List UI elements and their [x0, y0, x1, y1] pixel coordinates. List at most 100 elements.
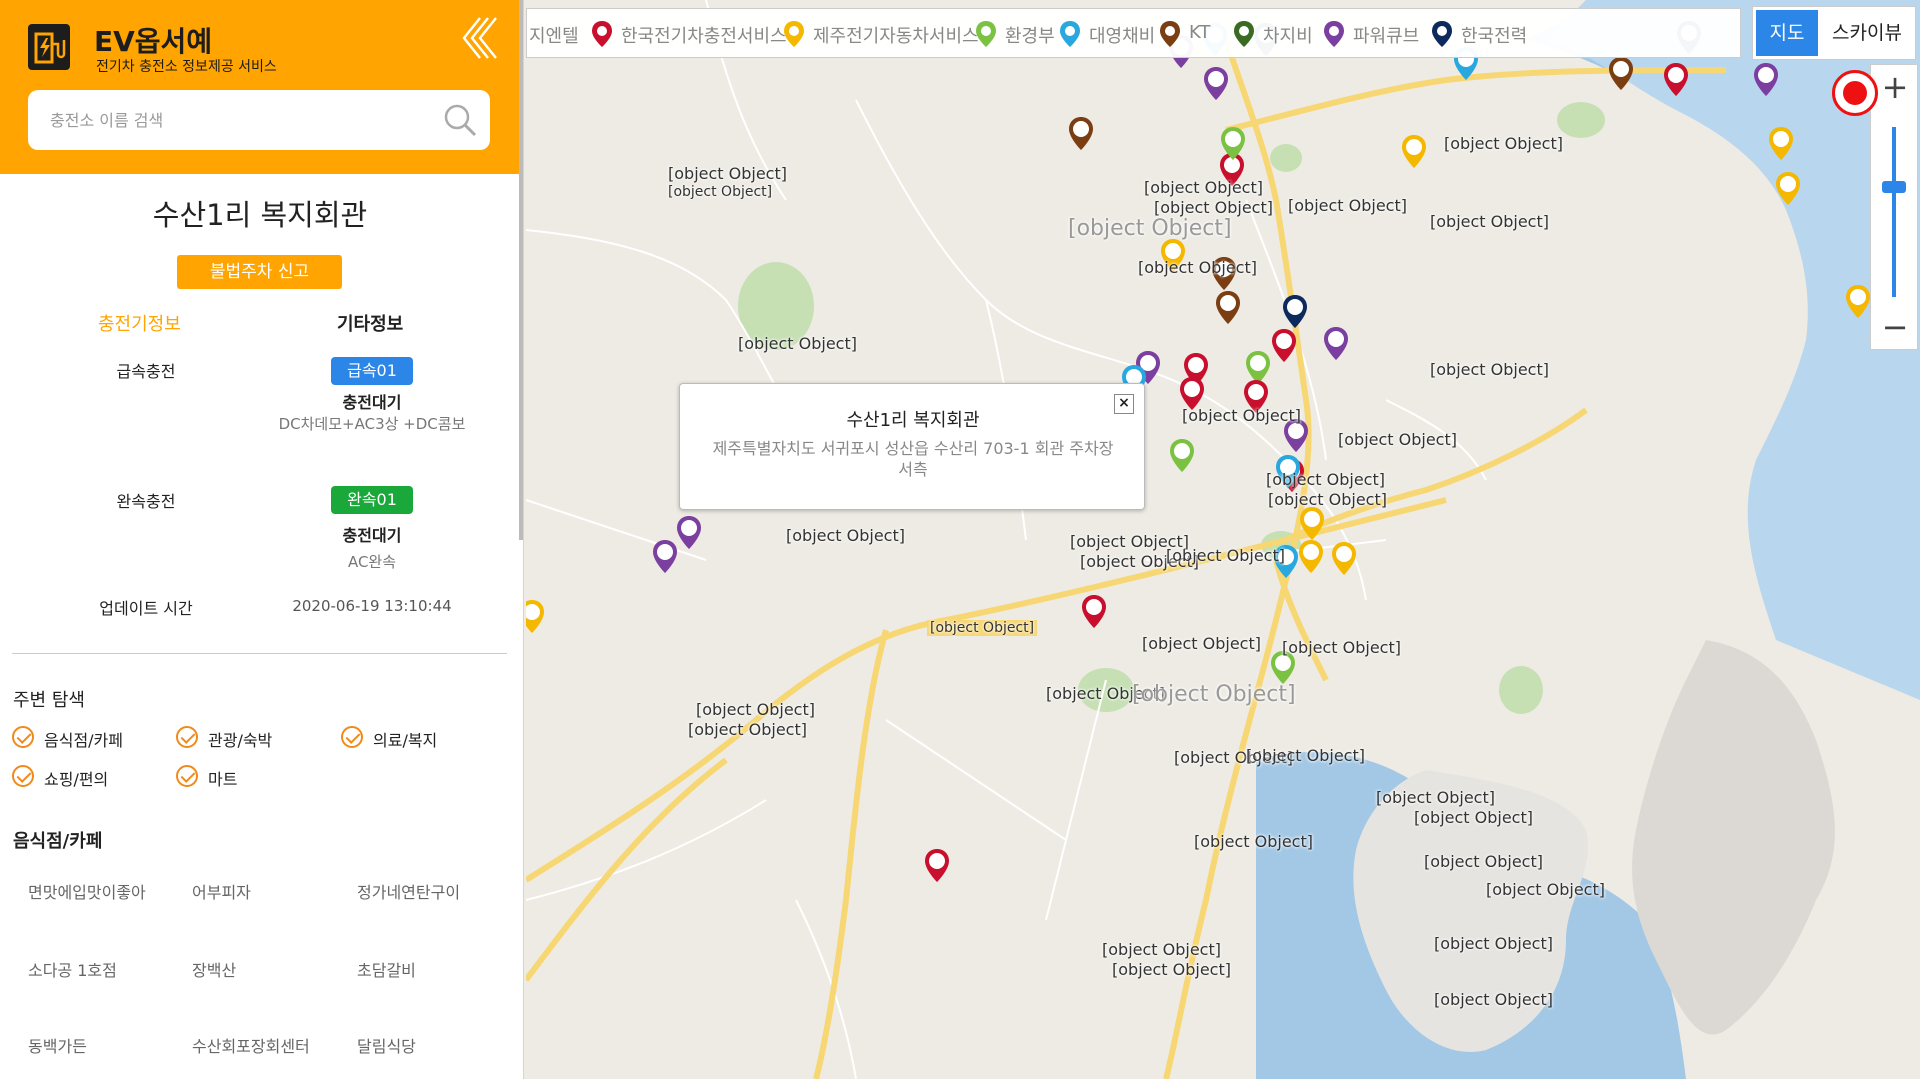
- map-view[interactable]: [object Object] [object Object] [object …: [526, 0, 1920, 1079]
- charger-marker[interactable]: [1204, 67, 1228, 100]
- search-icon[interactable]: [442, 102, 478, 138]
- popup-close-button[interactable]: ×: [1114, 394, 1134, 414]
- charger-marker[interactable]: [1324, 327, 1348, 360]
- pin-icon: [976, 21, 996, 47]
- zoom-out-button[interactable]: −: [1871, 305, 1919, 351]
- station-title: 수산1리 복지회관: [152, 198, 368, 232]
- place-label: [object Object]: [1444, 134, 1563, 153]
- fast-charge-label: 급속충전: [116, 362, 176, 381]
- update-time-value: 2020-06-19 13:10:44: [292, 597, 452, 615]
- place-label: [object Object]: [1068, 216, 1232, 241]
- fast-charger-status: 충전대기: [342, 393, 402, 412]
- pin-icon: [592, 21, 612, 47]
- popup-address: 제주특별자치도 서귀포시 성산읍 수산리 703-1 회관 주차장 서측: [712, 439, 1114, 479]
- slow-charge-label: 완속충전: [116, 492, 176, 511]
- charger-marker[interactable]: [1609, 57, 1633, 90]
- place-label: [object Object]: [1182, 406, 1301, 425]
- place-label: [object Object]: [1112, 960, 1231, 979]
- restaurant-item[interactable]: 소다공 1호점: [28, 960, 178, 982]
- place-label: [object Object]: [696, 700, 815, 719]
- fast-charger-type: DC차데모+AC3상 +DC콤보: [278, 415, 466, 433]
- place-label: [object Object]: [1338, 430, 1457, 449]
- restaurant-item[interactable]: 어부피자: [192, 882, 342, 904]
- place-label: [object Object]: [1132, 682, 1296, 707]
- zoom-control: + −: [1870, 64, 1918, 350]
- place-label: [object Object]: [1434, 990, 1553, 1009]
- charger-marker[interactable]: [1246, 351, 1270, 384]
- place-label: [object Object]: [1102, 940, 1221, 959]
- tab-other-info[interactable]: 기타정보: [337, 310, 403, 336]
- report-illegal-parking-button[interactable]: 불법주차 신고: [177, 255, 342, 289]
- road-number-label: [object Object]: [927, 620, 1038, 636]
- station-popup: 수산1리 복지회관 제주특별자치도 서귀포시 성산읍 수산리 703-1 회관 …: [679, 383, 1145, 510]
- place-label: [object Object]: [1430, 360, 1549, 379]
- place-label: [object Object]: [1424, 852, 1543, 871]
- place-label: [object Object]: [1486, 880, 1605, 899]
- charger-marker[interactable]: [1283, 295, 1307, 328]
- zoom-slider-track[interactable]: [1892, 127, 1896, 297]
- place-label: [object Object]: [786, 526, 905, 545]
- charger-marker[interactable]: [677, 516, 701, 549]
- place-label: [object Object]: [1268, 490, 1387, 509]
- pin-icon: [784, 21, 804, 47]
- park-area: [1557, 102, 1605, 138]
- slow-charger-badge: 완속01: [331, 486, 413, 514]
- check-icon: [176, 726, 198, 748]
- sidebar: EV옵서예 전기차 충전소 정보제공 서비스 수산1리 복지회관 불법주차 신고…: [0, 0, 524, 1079]
- map-canvas: [526, 0, 1920, 1079]
- restaurant-item[interactable]: 면맛에입맛이좋아: [28, 882, 178, 904]
- check-icon: [176, 765, 198, 787]
- charger-marker[interactable]: [653, 540, 677, 573]
- restaurant-item[interactable]: 달림식당: [357, 1036, 507, 1058]
- charger-marker[interactable]: [1221, 127, 1245, 160]
- place-label: [object Object]: [1246, 746, 1365, 765]
- ev-logo-icon: [28, 24, 70, 70]
- popup-title: 수산1리 복지회관: [846, 410, 980, 431]
- pin-icon: [1060, 21, 1080, 47]
- charger-marker[interactable]: [1402, 135, 1426, 168]
- sidebar-header: EV옵서예 전기차 충전소 정보제공 서비스: [0, 0, 523, 174]
- pin-icon: [1432, 21, 1452, 47]
- collapse-sidebar-icon[interactable]: [460, 14, 498, 62]
- restaurant-item[interactable]: 정가네연탄구이: [357, 882, 507, 904]
- restaurant-item[interactable]: 장백산: [192, 960, 342, 982]
- charger-marker[interactable]: [1216, 291, 1240, 324]
- place-label: [object Object]: [1166, 546, 1285, 565]
- place-label: [object Object]: [1142, 634, 1261, 653]
- zoom-in-button[interactable]: +: [1871, 65, 1919, 111]
- charger-marker[interactable]: [925, 849, 949, 882]
- map-type-map-button[interactable]: 지도: [1756, 10, 1818, 56]
- app-subtitle: 전기차 충전소 정보제공 서비스: [96, 59, 277, 75]
- place-label: [object Object]: [1430, 212, 1549, 231]
- place-label: [object Object]: [1194, 832, 1313, 851]
- check-icon: [12, 726, 34, 748]
- map-type-toggle: 지도 스카이뷰: [1752, 6, 1916, 60]
- charger-marker[interactable]: [1299, 540, 1323, 573]
- park-area: [1270, 144, 1302, 172]
- charger-marker[interactable]: [1082, 595, 1106, 628]
- restaurant-item[interactable]: 초담갈비: [357, 960, 507, 982]
- place-label: [object Object]: [1144, 178, 1263, 197]
- current-location-button[interactable]: [1832, 70, 1878, 116]
- pin-icon: [1160, 21, 1180, 47]
- charger-marker[interactable]: [1272, 329, 1296, 362]
- zoom-slider-handle[interactable]: [1882, 181, 1906, 193]
- slow-charger-type: AC완속: [347, 553, 397, 571]
- restaurant-item[interactable]: 동백가든: [28, 1036, 178, 1058]
- search-input[interactable]: [50, 104, 420, 136]
- place-label: [object Object]: [1414, 808, 1533, 827]
- pin-icon: [1234, 21, 1254, 47]
- charger-marker[interactable]: [526, 600, 544, 633]
- place-label: [object Object]: [1376, 788, 1495, 807]
- slow-charger-status: 충전대기: [342, 526, 402, 545]
- restaurant-item[interactable]: 수산회포장회센터: [192, 1036, 342, 1058]
- tab-charger-info[interactable]: 충전기정보: [98, 310, 181, 336]
- charger-marker[interactable]: [1332, 542, 1356, 575]
- charger-marker[interactable]: [1170, 439, 1194, 472]
- sidebar-scrollbar[interactable]: [519, 0, 523, 540]
- place-label: [object Object]: [688, 720, 807, 739]
- operator-layer-bar: 지엔텔 한국전기차충전서비스 제주전기자동차서비스 환경부 대영채비 KT 차지…: [526, 8, 1741, 58]
- map-type-skyview-button[interactable]: 스카이뷰: [1823, 10, 1911, 56]
- fast-charger-badge: 급속01: [331, 357, 413, 385]
- charger-marker[interactable]: [1069, 117, 1093, 150]
